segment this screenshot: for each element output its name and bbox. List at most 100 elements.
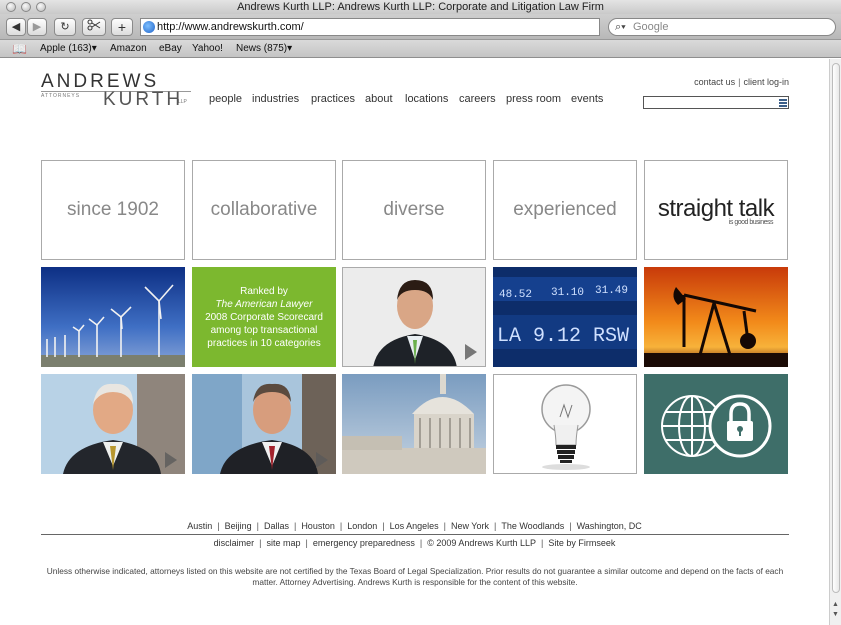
tile-diverse[interactable]: diverse bbox=[342, 160, 486, 260]
city-houston[interactable]: Houston bbox=[301, 521, 335, 531]
city-los-angeles[interactable]: Los Angeles bbox=[390, 521, 439, 531]
bookmark-apple[interactable]: Apple (163)▾ bbox=[40, 40, 97, 58]
tile-collaborative[interactable]: collaborative bbox=[192, 160, 336, 260]
window-controls[interactable] bbox=[6, 2, 46, 12]
tile-capitol[interactable] bbox=[342, 374, 486, 474]
divider: | bbox=[738, 77, 741, 87]
tile-light-bulb[interactable] bbox=[493, 374, 637, 474]
city-austin[interactable]: Austin bbox=[187, 521, 212, 531]
address-bar[interactable]: http://www.andrewskurth.com/ bbox=[140, 18, 600, 36]
book-icon[interactable]: 📖 bbox=[12, 40, 27, 58]
scissors-icon bbox=[87, 19, 101, 31]
utility-links: contact us | client log-in bbox=[694, 77, 789, 87]
divider: | bbox=[540, 538, 544, 548]
ticker-bottom: LA 9.12 RSW bbox=[497, 325, 629, 348]
city-beijing[interactable]: Beijing bbox=[225, 521, 252, 531]
city-washington-dc[interactable]: Washington, DC bbox=[577, 521, 642, 531]
forward-button[interactable]: ▶ bbox=[27, 18, 47, 36]
bookmarks-bar: 📖 Apple (163)▾ Amazon eBay Yahoo! News (… bbox=[0, 40, 841, 58]
scroll-down-icon[interactable]: ▼ bbox=[832, 611, 839, 618]
logo-llp: LLP bbox=[178, 99, 187, 105]
snapback-button[interactable] bbox=[82, 18, 106, 36]
search-submit-button[interactable] bbox=[779, 98, 787, 107]
bookmark-news[interactable]: News (875)▾ bbox=[236, 40, 292, 58]
globe-lock-icon bbox=[644, 374, 788, 474]
tile-global-security[interactable] bbox=[644, 374, 788, 474]
attorney-portrait-image bbox=[192, 374, 336, 474]
play-icon[interactable] bbox=[465, 344, 477, 360]
tile-attorney-video-1[interactable] bbox=[342, 267, 486, 367]
tile-straight-talk[interactable]: straight talk is good business bbox=[644, 160, 788, 260]
scroll-up-icon[interactable]: ▲ bbox=[832, 601, 839, 608]
tile-american-lawyer-ranking[interactable]: Ranked by The American Lawyer 2008 Corpo… bbox=[192, 267, 336, 367]
city-the-woodlands[interactable]: The Woodlands bbox=[501, 521, 564, 531]
tile-wind-turbines[interactable] bbox=[41, 267, 185, 367]
ticker-value-3: 31.49 bbox=[595, 285, 628, 297]
globe-icon bbox=[143, 21, 155, 33]
minimize-window-button[interactable] bbox=[21, 2, 31, 12]
tile-stock-ticker[interactable]: 48.52 31.10 31.49 LA 9.12 RSW bbox=[493, 267, 637, 367]
tile-attorney-video-2[interactable] bbox=[41, 374, 185, 474]
bookmark-amazon[interactable]: Amazon bbox=[110, 40, 147, 58]
play-icon[interactable] bbox=[316, 452, 328, 468]
window-titlebar: Andrews Kurth LLP: Andrews Kurth LLP: Co… bbox=[0, 0, 841, 14]
zoom-window-button[interactable] bbox=[36, 2, 46, 12]
nav-events[interactable]: events bbox=[571, 93, 603, 105]
attorney-portrait-image bbox=[41, 374, 185, 474]
ranking-line-5: practices in 10 categories bbox=[207, 337, 321, 349]
city-new-york[interactable]: New York bbox=[451, 521, 489, 531]
nav-practices[interactable]: practices bbox=[311, 93, 355, 105]
divider: | bbox=[305, 538, 308, 548]
divider: | bbox=[256, 521, 259, 531]
divider: | bbox=[419, 538, 423, 548]
logo-kurth: KURTH bbox=[103, 89, 184, 110]
city-london[interactable]: London bbox=[347, 521, 377, 531]
client-login-link[interactable]: client log-in bbox=[743, 77, 789, 87]
reload-button[interactable]: ↻ bbox=[54, 18, 76, 36]
nav-press-room[interactable]: press room bbox=[506, 93, 561, 105]
play-icon[interactable] bbox=[165, 452, 177, 468]
nav-industries[interactable]: industries bbox=[252, 93, 299, 105]
stock-ticker-image: 48.52 31.10 31.49 LA 9.12 RSW bbox=[493, 267, 637, 367]
copyright-text: © 2009 Andrews Kurth LLP bbox=[427, 538, 536, 548]
site-map-link[interactable]: site map bbox=[267, 538, 301, 548]
footer-links: disclaimer | site map | emergency preparedne… bbox=[0, 538, 829, 548]
site-by-link[interactable]: Site by Firmseek bbox=[548, 538, 615, 548]
tile-experienced[interactable]: experienced bbox=[493, 160, 637, 260]
bookmark-ebay[interactable]: eBay bbox=[159, 40, 182, 58]
window-title: Andrews Kurth LLP: Andrews Kurth LLP: Co… bbox=[237, 1, 604, 13]
site-search-input[interactable] bbox=[643, 96, 789, 109]
browser-search-input[interactable]: ⌕▾ Google bbox=[608, 18, 836, 36]
divider: | bbox=[494, 521, 497, 531]
legal-disclaimer: Unless otherwise indicated, attorneys li… bbox=[46, 566, 784, 587]
nav-about[interactable]: about bbox=[365, 93, 393, 105]
ranking-line-2: The American Lawyer bbox=[215, 298, 313, 310]
ranking-line-3: 2008 Corporate Scorecard bbox=[205, 311, 323, 323]
web-page: ANDREWS ATTORNEYS KURTH LLP people indus… bbox=[0, 59, 829, 625]
divider: | bbox=[293, 521, 297, 531]
logo-attorneys: ATTORNEYS bbox=[41, 93, 81, 99]
footer-rule bbox=[41, 534, 789, 535]
vertical-scrollbar[interactable]: ▲ ▼ bbox=[829, 59, 841, 625]
divider: | bbox=[382, 521, 385, 531]
back-button[interactable]: ◀ bbox=[6, 18, 26, 36]
tile-oil-pump[interactable] bbox=[644, 267, 788, 367]
nav-careers[interactable]: careers bbox=[459, 93, 496, 105]
add-bookmark-button[interactable]: + bbox=[111, 18, 133, 36]
city-dallas[interactable]: Dallas bbox=[264, 521, 289, 531]
disclaimer-link[interactable]: disclaimer bbox=[214, 538, 255, 548]
bookmark-yahoo[interactable]: Yahoo! bbox=[192, 40, 223, 58]
ranking-line-4: among top transactional bbox=[210, 324, 318, 336]
nav-locations[interactable]: locations bbox=[405, 93, 448, 105]
address-url: http://www.andrewskurth.com/ bbox=[157, 21, 304, 33]
wind-turbines-image bbox=[41, 267, 185, 367]
close-window-button[interactable] bbox=[6, 2, 16, 12]
contact-us-link[interactable]: contact us bbox=[694, 77, 735, 87]
scrollbar-thumb[interactable] bbox=[832, 63, 840, 593]
capitol-dome-image bbox=[342, 374, 486, 474]
nav-people[interactable]: people bbox=[209, 93, 242, 105]
browser-toolbar: ◀ ▶ ↻ + http://www.andrewskurth.com/ ⌕▾ … bbox=[0, 14, 841, 40]
tile-attorney-video-3[interactable] bbox=[192, 374, 336, 474]
tile-since-1902[interactable]: since 1902 bbox=[41, 160, 185, 260]
emergency-preparedness-link[interactable]: emergency preparedness bbox=[313, 538, 415, 548]
